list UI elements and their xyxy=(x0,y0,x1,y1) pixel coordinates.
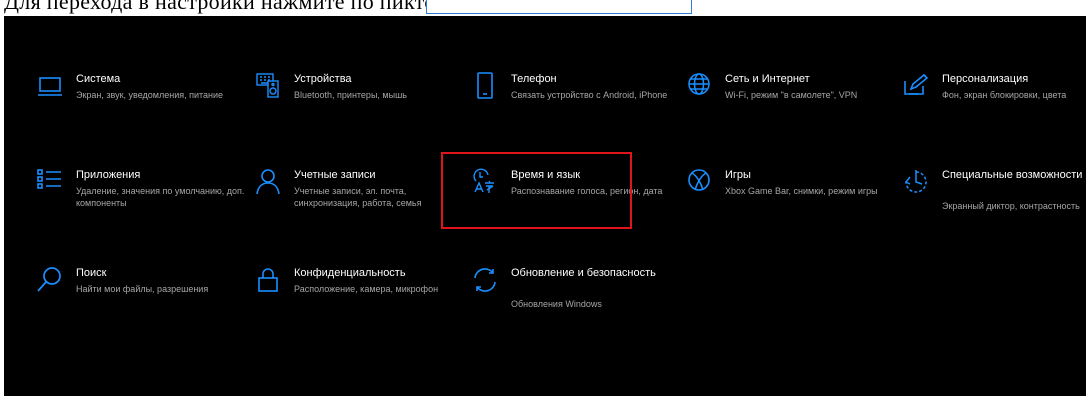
tile-desc: Обновления Windows xyxy=(511,299,602,309)
tile-desc: Фон, экран блокировки, цвета xyxy=(942,90,1067,100)
tile-desc: Bluetooth, принтеры, мышь xyxy=(294,90,407,100)
tile-desc: Экранный диктор, контрастность xyxy=(942,201,1080,211)
tile-title: Сеть и Интернет xyxy=(725,73,810,85)
update-sync-icon xyxy=(471,266,499,294)
tile-desc: Экран, звук, уведомления, питание xyxy=(76,90,224,100)
tile-title: Игры xyxy=(725,169,751,181)
tile-title: Специальные возможности xyxy=(942,169,1083,181)
search-icon xyxy=(36,266,64,294)
tile-desc: Удаление, значения по умолчанию, доп. ко… xyxy=(76,186,245,208)
tile-title: Персонализация xyxy=(942,73,1029,85)
search-box[interactable] xyxy=(426,0,692,14)
tile-desc: Связать устройство с Android, iPhone xyxy=(511,90,668,100)
globe-icon xyxy=(685,72,713,100)
person-icon xyxy=(254,168,282,196)
tile-accounts[interactable]: Учетные записи Учетные записи, эл. почта… xyxy=(254,168,464,248)
tile-title: Система xyxy=(76,73,121,85)
settings-panel: Система Экран, звук, уведомления, питани… xyxy=(4,16,1086,396)
tile-title: Конфиденциальность xyxy=(294,267,406,279)
tile-network[interactable]: Сеть и Интернет Wi-Fi, режим "в самолете… xyxy=(685,72,895,152)
tile-update[interactable]: Обновление и безопасность Обновления Win… xyxy=(471,266,681,346)
top-caption-strip: Для перехода в настройки нажмите по пикт… xyxy=(0,0,1086,16)
tile-accessibility[interactable]: Специальные возможности Экранный диктор,… xyxy=(902,168,1086,248)
xbox-icon xyxy=(685,168,713,196)
lock-icon xyxy=(254,266,282,294)
apps-list-icon xyxy=(36,168,64,196)
tile-search[interactable]: Поиск Найти мои файлы, разрешения xyxy=(36,266,246,346)
tile-system[interactable]: Система Экран, звук, уведомления, питани… xyxy=(36,72,246,152)
tile-privacy[interactable]: Конфиденциальность Расположение, камера,… xyxy=(254,266,464,346)
tile-title: Устройства xyxy=(294,73,352,85)
phone-icon xyxy=(471,72,499,100)
tile-desc: Wi-Fi, режим "в самолете", VPN xyxy=(725,90,858,100)
tile-gaming[interactable]: Игры Xbox Game Bar, снимки, режим игры xyxy=(685,168,895,248)
accessibility-icon xyxy=(902,168,930,196)
tile-apps[interactable]: Приложения Удаление, значения по умолчан… xyxy=(36,168,246,248)
tile-personalization[interactable]: Персонализация Фон, экран блокировки, цв… xyxy=(902,72,1086,152)
highlight-frame xyxy=(441,152,632,229)
tile-desc: Найти мои файлы, разрешения xyxy=(76,284,209,294)
monitor-icon xyxy=(36,72,64,100)
tile-title: Поиск xyxy=(76,267,107,279)
tile-phone[interactable]: Телефон Связать устройство с Android, iP… xyxy=(471,72,681,152)
pen-screen-icon xyxy=(902,72,930,100)
tile-title: Обновление и безопасность xyxy=(511,267,656,279)
tile-title: Приложения xyxy=(76,169,141,181)
tile-title: Телефон xyxy=(511,73,557,85)
tile-devices[interactable]: Устройства Bluetooth, принтеры, мышь xyxy=(254,72,464,152)
tile-desc: Расположение, камера, микрофон xyxy=(294,284,439,294)
tile-desc: Xbox Game Bar, снимки, режим игры xyxy=(725,186,878,196)
keyboard-speaker-icon xyxy=(254,72,282,100)
